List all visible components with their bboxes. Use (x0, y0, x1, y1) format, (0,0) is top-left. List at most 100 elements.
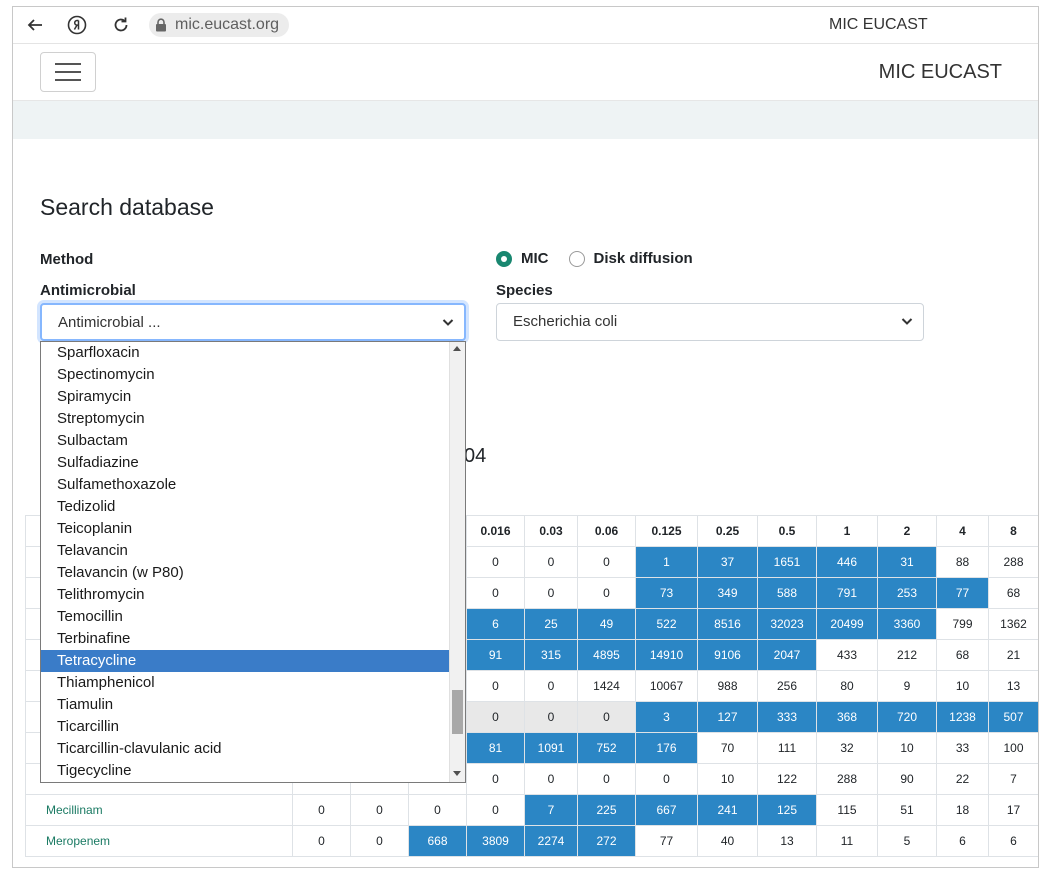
mic-count-cell: 0 (466, 794, 525, 826)
mic-count-cell: 10 (697, 763, 758, 795)
mic-count-cell: 256 (757, 670, 817, 702)
mic-count-cell: 127 (697, 701, 758, 733)
browser-toolbar: mic.eucast.org MIC EUCAST (13, 7, 1038, 44)
mic-count-cell: 81 (466, 732, 525, 764)
mic-radio-label[interactable]: MIC (521, 250, 549, 267)
table-row: Mecillinam 0 0 0 0 7 225 667 241 125 115 51 18 17 (25, 794, 1038, 826)
dropdown-option[interactable]: Thiamphenicol (41, 672, 449, 694)
dropdown-option[interactable]: Tigecycline (41, 760, 449, 782)
mic-count-cell: 2274 (524, 825, 578, 857)
menu-toggle-button[interactable] (40, 52, 96, 92)
mic-count-cell: 1424 (577, 670, 636, 702)
antimicrobial-select-value: Antimicrobial ... (58, 314, 161, 331)
mic-radio[interactable] (496, 250, 512, 267)
mic-count-cell: 31 (877, 546, 937, 578)
lock-icon (156, 18, 166, 32)
dropdown-scrollbar[interactable] (449, 342, 465, 782)
mic-count-cell: 20499 (816, 608, 878, 640)
dropdown-option[interactable]: Telithromycin (41, 584, 449, 606)
dropdown-option[interactable]: Teicoplanin (41, 518, 449, 540)
dropdown-option[interactable]: Tetracycline (41, 650, 449, 672)
mic-count-cell: 7 (524, 794, 578, 826)
disk-diffusion-radio-label[interactable]: Disk diffusion (594, 250, 693, 267)
reload-icon (114, 17, 128, 32)
yandex-logo-icon (67, 15, 87, 35)
mic-count-cell: 9 (877, 670, 937, 702)
mic-count-cell: 0 (350, 794, 409, 826)
scroll-down-arrow-icon[interactable] (453, 771, 461, 776)
mic-count-cell: 3360 (877, 608, 937, 640)
antimicrobial-link[interactable]: Meropenem (25, 825, 293, 857)
mic-count-cell: 115 (816, 794, 878, 826)
dropdown-option[interactable]: Tedizolid (41, 496, 449, 518)
table-header-cell: 0.5 (757, 515, 817, 547)
dropdown-option[interactable]: Telavancin (w P80) (41, 562, 449, 584)
mic-count-cell: 77 (635, 825, 698, 857)
dropdown-option[interactable]: Sparfloxacin (41, 342, 449, 364)
mic-count-cell: 333 (757, 701, 817, 733)
dropdown-option[interactable]: Tiamulin (41, 694, 449, 716)
dropdown-option[interactable]: Sulfadiazine (41, 452, 449, 474)
mic-count-cell: 0 (292, 794, 351, 826)
scroll-up-arrow-icon[interactable] (453, 346, 461, 351)
mic-count-cell: 11 (816, 825, 878, 857)
mic-count-cell: 68 (988, 577, 1038, 609)
mic-count-cell: 507 (988, 701, 1038, 733)
disk-diffusion-radio[interactable] (568, 250, 585, 267)
mic-count-cell: 21 (988, 639, 1038, 671)
mic-count-cell: 0 (466, 701, 525, 733)
mic-count-cell: 0 (466, 577, 525, 609)
back-button[interactable] (21, 11, 49, 39)
dropdown-option[interactable]: Spiramycin (41, 386, 449, 408)
dropdown-option[interactable]: Streptomycin (41, 408, 449, 430)
mic-count-cell: 25 (524, 608, 578, 640)
dropdown-option[interactable]: Sulbactam (41, 430, 449, 452)
mic-count-cell: 100 (988, 732, 1038, 764)
dropdown-option[interactable]: Terbinafine (41, 628, 449, 650)
table-header-cell: 0.016 (466, 515, 525, 547)
mic-count-cell: 799 (936, 608, 989, 640)
dropdown-option[interactable]: Telavancin (41, 540, 449, 562)
mic-count-cell: 80 (816, 670, 878, 702)
dropdown-option[interactable]: Temocillin (41, 606, 449, 628)
antimicrobial-select[interactable]: Antimicrobial ... (40, 303, 466, 341)
mic-count-cell: 32 (816, 732, 878, 764)
species-select-value: Escherichia coli (513, 313, 618, 330)
mic-count-cell: 90 (877, 763, 937, 795)
reload-button[interactable] (107, 11, 135, 39)
navbar-brand[interactable]: MIC EUCAST (879, 61, 1002, 84)
mic-count-cell: 0 (524, 763, 578, 795)
mic-count-cell: 10 (877, 732, 937, 764)
mic-count-cell: 7 (988, 763, 1038, 795)
mic-count-cell: 91 (466, 639, 525, 671)
table-header-cell: 8 (988, 515, 1038, 547)
dropdown-option[interactable]: Spectinomycin (41, 364, 449, 386)
mic-count-cell: 225 (577, 794, 636, 826)
mic-count-cell: 288 (816, 763, 878, 795)
mic-count-cell: 0 (577, 577, 636, 609)
mic-count-cell: 315 (524, 639, 578, 671)
antimicrobial-link[interactable]: Mecillinam (25, 794, 293, 826)
method-radio-group: MIC Disk diffusion (496, 250, 693, 267)
mic-count-cell: 3 (635, 701, 698, 733)
mic-count-cell: 1091 (524, 732, 578, 764)
mic-count-cell: 720 (877, 701, 937, 733)
hamburger-icon (55, 63, 81, 65)
address-bar[interactable]: mic.eucast.org (149, 13, 290, 37)
dropdown-option[interactable]: Sulfamethoxazole (41, 474, 449, 496)
antimicrobial-dropdown-list[interactable]: Sparfloxacin Spectinomycin Spiramycin Strep… (40, 341, 466, 783)
mic-count-cell: 0 (577, 701, 636, 733)
dropdown-option[interactable]: Ticarcillin-clavulanic acid (41, 738, 449, 760)
yandex-button[interactable] (63, 11, 91, 39)
mic-count-cell: 272 (577, 825, 636, 857)
table-header-cell: 0.125 (635, 515, 698, 547)
mic-count-cell: 1238 (936, 701, 989, 733)
dropdown-option[interactable]: Ticarcillin (41, 716, 449, 738)
species-select[interactable]: Escherichia coli (496, 303, 924, 341)
mic-count-cell: 111 (757, 732, 817, 764)
partially-hidden-heading: 04 (464, 445, 487, 467)
hamburger-line (55, 79, 81, 81)
scrollbar-thumb[interactable] (452, 690, 463, 734)
mic-count-cell: 0 (350, 825, 409, 857)
mic-count-cell: 522 (635, 608, 698, 640)
